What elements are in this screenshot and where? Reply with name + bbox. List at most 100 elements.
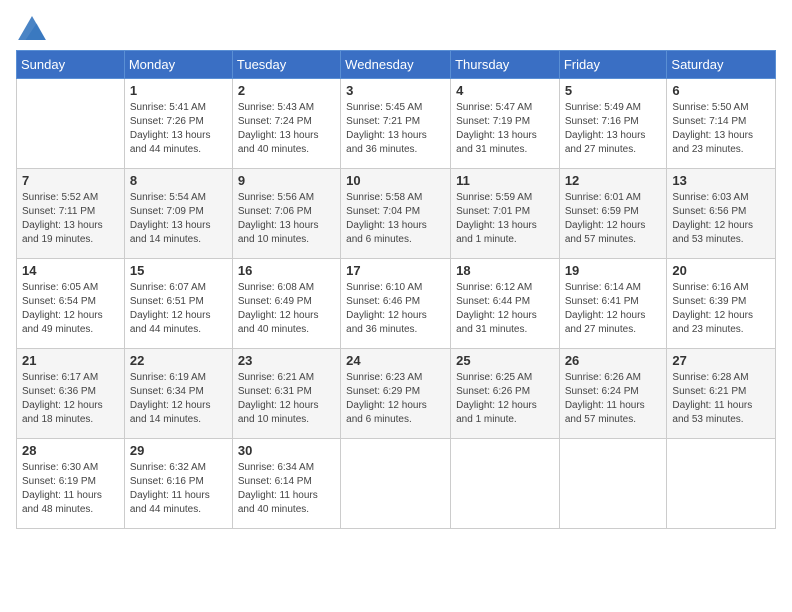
day-number: 15 [130,263,227,278]
day-info: Sunrise: 6:03 AMSunset: 6:56 PMDaylight:… [672,191,770,247]
day-number: 14 [22,263,119,278]
day-info: Sunrise: 6:14 AMSunset: 6:41 PMDaylight:… [565,281,662,337]
calendar-cell: 19 Sunrise: 6:14 AMSunset: 6:41 PMDayligh… [559,259,667,349]
day-number: 28 [22,443,119,458]
day-number: 23 [238,353,335,368]
calendar-cell [341,439,451,529]
calendar-cell: 9Sunrise: 5:56 AMSunset: 7:06 PMDaylight… [232,169,340,259]
day-info: Sunrise: 5:52 AMSunset: 7:11 PMDaylight:… [22,191,119,247]
day-number: 20 [672,263,770,278]
day-info: Sunrise: 6:26 AMSunset: 6:24 PMDaylight:… [565,371,662,427]
day-number: 6 [672,83,770,98]
calendar-cell: 14 Sunrise: 6:05 AMSunset: 6:54 PMDayligh… [17,259,125,349]
calendar-cell: 7Sunrise: 5:52 AMSunset: 7:11 PMDaylight… [17,169,125,259]
calendar-week-row: 7Sunrise: 5:52 AMSunset: 7:11 PMDaylight… [17,169,776,259]
calendar-cell: 1 Sunrise: 5:41 AMSunset: 7:26 PMDaylight… [124,79,232,169]
day-info: Sunrise: 5:54 AMSunset: 7:09 PMDaylight:… [130,191,227,247]
calendar-cell: 20 Sunrise: 6:16 AMSunset: 6:39 PMDayligh… [667,259,776,349]
day-number: 30 [238,443,335,458]
day-number: 3 [346,83,445,98]
day-number: 10 [346,173,445,188]
column-header-thursday: Thursday [451,51,560,79]
calendar-cell: 13Sunrise: 6:03 AMSunset: 6:56 PMDayligh… [667,169,776,259]
day-number: 18 [456,263,554,278]
column-header-wednesday: Wednesday [341,51,451,79]
day-number: 9 [238,173,335,188]
calendar-table: SundayMondayTuesdayWednesdayThursdayFrid… [16,50,776,529]
calendar-cell: 24 Sunrise: 6:23 AMSunset: 6:29 PMDayligh… [341,349,451,439]
column-header-tuesday: Tuesday [232,51,340,79]
calendar-cell: 27Sunrise: 6:28 AMSunset: 6:21 PMDayligh… [667,349,776,439]
day-info: Sunrise: 6:21 AMSunset: 6:31 PMDaylight:… [238,371,335,427]
day-info: Sunrise: 6:23 AMSunset: 6:29 PMDaylight:… [346,371,445,427]
calendar-cell: 3Sunrise: 5:45 AMSunset: 7:21 PMDaylight… [341,79,451,169]
calendar-week-row: 28 Sunrise: 6:30 AMSunset: 6:19 PMDayligh… [17,439,776,529]
day-info: Sunrise: 6:34 AMSunset: 6:14 PMDaylight:… [238,461,335,517]
day-number: 5 [565,83,662,98]
calendar-week-row: 14 Sunrise: 6:05 AMSunset: 6:54 PMDayligh… [17,259,776,349]
day-number: 4 [456,83,554,98]
day-number: 19 [565,263,662,278]
logo [16,16,46,40]
day-info: Sunrise: 6:25 AMSunset: 6:26 PMDaylight:… [456,371,554,427]
day-info: Sunrise: 6:08 AMSunset: 6:49 PMDaylight:… [238,281,335,337]
day-info: Sunrise: 6:10 AMSunset: 6:46 PMDaylight:… [346,281,445,337]
day-number: 21 [22,353,119,368]
day-info: Sunrise: 6:01 AMSunset: 6:59 PMDaylight:… [565,191,662,247]
day-info: Sunrise: 5:43 AMSunset: 7:24 PMDaylight:… [238,101,335,157]
calendar-cell: 22 Sunrise: 6:19 AMSunset: 6:34 PMDayligh… [124,349,232,439]
calendar-cell: 25 Sunrise: 6:25 AMSunset: 6:26 PMDayligh… [451,349,560,439]
calendar-cell: 17 Sunrise: 6:10 AMSunset: 6:46 PMDayligh… [341,259,451,349]
day-number: 27 [672,353,770,368]
calendar-cell [559,439,667,529]
calendar-cell: 2 Sunrise: 5:43 AMSunset: 7:24 PMDaylight… [232,79,340,169]
day-info: Sunrise: 5:59 AMSunset: 7:01 PMDaylight:… [456,191,554,247]
logo-icon [18,16,46,40]
calendar-header-row: SundayMondayTuesdayWednesdayThursdayFrid… [17,51,776,79]
calendar-cell [451,439,560,529]
calendar-cell [667,439,776,529]
calendar-cell [17,79,125,169]
column-header-saturday: Saturday [667,51,776,79]
day-number: 16 [238,263,335,278]
calendar-cell: 18Sunrise: 6:12 AMSunset: 6:44 PMDayligh… [451,259,560,349]
day-info: Sunrise: 5:50 AMSunset: 7:14 PMDaylight:… [672,101,770,157]
calendar-week-row: 21 Sunrise: 6:17 AMSunset: 6:36 PMDayligh… [17,349,776,439]
day-number: 12 [565,173,662,188]
calendar-cell: 29 Sunrise: 6:32 AMSunset: 6:16 PMDayligh… [124,439,232,529]
calendar-cell: 5 Sunrise: 5:49 AMSunset: 7:16 PMDaylight… [559,79,667,169]
day-info: Sunrise: 6:30 AMSunset: 6:19 PMDaylight:… [22,461,119,517]
calendar-cell: 8 Sunrise: 5:54 AMSunset: 7:09 PMDaylight… [124,169,232,259]
day-info: Sunrise: 5:58 AMSunset: 7:04 PMDaylight:… [346,191,445,247]
day-number: 25 [456,353,554,368]
day-number: 17 [346,263,445,278]
day-number: 1 [130,83,227,98]
day-number: 24 [346,353,445,368]
calendar-cell: 21 Sunrise: 6:17 AMSunset: 6:36 PMDayligh… [17,349,125,439]
day-info: Sunrise: 5:49 AMSunset: 7:16 PMDaylight:… [565,101,662,157]
calendar-cell: 16 Sunrise: 6:08 AMSunset: 6:49 PMDayligh… [232,259,340,349]
day-number: 2 [238,83,335,98]
day-info: Sunrise: 6:17 AMSunset: 6:36 PMDaylight:… [22,371,119,427]
day-info: Sunrise: 6:32 AMSunset: 6:16 PMDaylight:… [130,461,227,517]
calendar-cell: 15 Sunrise: 6:07 AMSunset: 6:51 PMDayligh… [124,259,232,349]
day-number: 22 [130,353,227,368]
day-info: Sunrise: 6:16 AMSunset: 6:39 PMDaylight:… [672,281,770,337]
column-header-monday: Monday [124,51,232,79]
day-number: 29 [130,443,227,458]
calendar-cell: 28 Sunrise: 6:30 AMSunset: 6:19 PMDayligh… [17,439,125,529]
day-info: Sunrise: 6:05 AMSunset: 6:54 PMDaylight:… [22,281,119,337]
calendar-cell: 30 Sunrise: 6:34 AMSunset: 6:14 PMDayligh… [232,439,340,529]
day-info: Sunrise: 5:41 AMSunset: 7:26 PMDaylight:… [130,101,227,157]
column-header-friday: Friday [559,51,667,79]
day-number: 8 [130,173,227,188]
page-header [16,16,776,40]
calendar-cell: 12 Sunrise: 6:01 AMSunset: 6:59 PMDayligh… [559,169,667,259]
calendar-cell: 6 Sunrise: 5:50 AMSunset: 7:14 PMDaylight… [667,79,776,169]
day-info: Sunrise: 6:19 AMSunset: 6:34 PMDaylight:… [130,371,227,427]
calendar-cell: 4Sunrise: 5:47 AMSunset: 7:19 PMDaylight… [451,79,560,169]
day-info: Sunrise: 6:07 AMSunset: 6:51 PMDaylight:… [130,281,227,337]
calendar-cell: 26Sunrise: 6:26 AMSunset: 6:24 PMDayligh… [559,349,667,439]
calendar-cell: 10 Sunrise: 5:58 AMSunset: 7:04 PMDayligh… [341,169,451,259]
column-header-sunday: Sunday [17,51,125,79]
